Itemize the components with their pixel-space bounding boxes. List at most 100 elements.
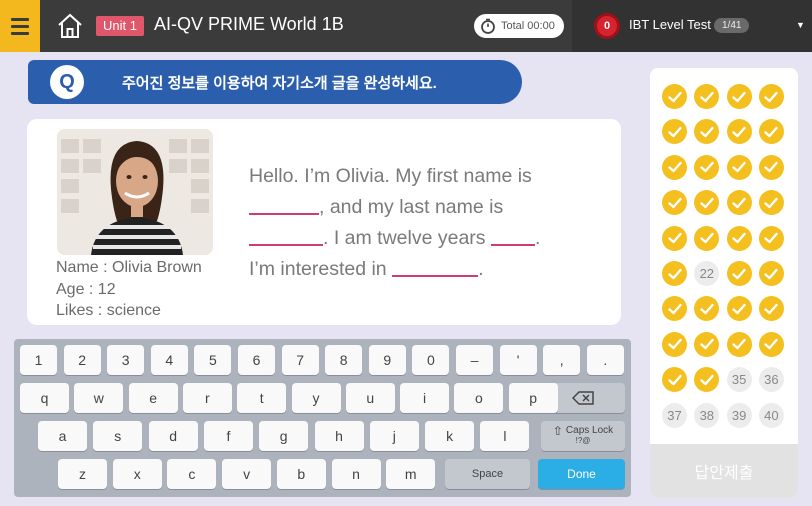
key-h[interactable]: h xyxy=(314,421,364,451)
blank-first-name[interactable] xyxy=(249,193,319,215)
key-c[interactable]: c xyxy=(167,459,217,489)
answered-question-bubble[interactable] xyxy=(758,296,784,322)
answered-question-bubble[interactable] xyxy=(694,190,720,216)
answered-question-bubble[interactable] xyxy=(662,154,687,180)
unanswered-question-bubble[interactable]: 22 xyxy=(694,261,720,286)
answered-question-bubble[interactable] xyxy=(662,225,687,251)
answered-question-bubble[interactable] xyxy=(758,84,784,109)
checkmark-icon xyxy=(700,162,714,173)
unanswered-question-bubble[interactable]: 39 xyxy=(726,402,752,428)
key-z[interactable]: z xyxy=(58,459,107,489)
blank-age-word[interactable] xyxy=(490,224,535,246)
key-8[interactable]: 8 xyxy=(325,345,363,375)
answered-question-bubble[interactable] xyxy=(726,296,752,322)
answered-question-bubble[interactable] xyxy=(662,84,687,109)
key-3[interactable]: 3 xyxy=(107,345,145,375)
test-selector[interactable]: 0 IBT Level Test 1/41 ▼ xyxy=(572,0,812,52)
key-p[interactable]: p xyxy=(508,383,558,413)
key-i[interactable]: i xyxy=(400,383,450,413)
key-0[interactable]: 0 xyxy=(412,345,450,375)
answered-question-bubble[interactable] xyxy=(726,190,752,216)
answered-question-bubble[interactable] xyxy=(726,84,752,109)
unanswered-question-bubble[interactable]: 40 xyxy=(758,402,784,428)
answered-question-bubble[interactable] xyxy=(662,331,687,357)
key-2[interactable]: 2 xyxy=(63,345,101,375)
key-b[interactable]: b xyxy=(276,459,326,489)
unanswered-question-bubble[interactable]: 36 xyxy=(758,367,784,393)
blank-interest[interactable] xyxy=(392,255,479,277)
key-m[interactable]: m xyxy=(386,459,436,489)
key-o[interactable]: o xyxy=(454,383,504,413)
key-w[interactable]: w xyxy=(74,383,124,413)
caps-lock-key[interactable]: ⇧ Caps Lock !?@ xyxy=(541,421,625,451)
profile-info: Name : Olivia Brown Age : 12 Likes : sci… xyxy=(56,257,202,322)
key-q[interactable]: q xyxy=(20,383,69,413)
answered-question-bubble[interactable] xyxy=(726,261,752,286)
answered-question-bubble[interactable] xyxy=(662,367,687,393)
unit-badge: Unit 1 xyxy=(96,16,144,36)
answered-question-bubble[interactable] xyxy=(694,331,720,357)
answered-question-bubble[interactable] xyxy=(726,225,752,251)
key-symbol[interactable]: . xyxy=(586,345,624,375)
key-e[interactable]: e xyxy=(128,383,178,413)
key-a[interactable]: a xyxy=(38,421,87,451)
answered-question-bubble[interactable] xyxy=(726,119,752,145)
answered-question-bubble[interactable] xyxy=(694,119,720,145)
key-g[interactable]: g xyxy=(259,421,309,451)
key-symbol[interactable]: – xyxy=(456,345,493,375)
answered-question-bubble[interactable] xyxy=(758,331,784,357)
answered-question-bubble[interactable] xyxy=(758,225,784,251)
key-symbol[interactable]: ' xyxy=(499,345,537,375)
answered-question-bubble[interactable] xyxy=(662,261,687,286)
answered-question-bubble[interactable] xyxy=(662,296,687,322)
key-u[interactable]: u xyxy=(345,383,395,413)
submit-answers-button[interactable]: 답안제출 xyxy=(650,444,798,498)
answered-question-bubble[interactable] xyxy=(694,84,720,109)
key-d[interactable]: d xyxy=(148,421,198,451)
key-v[interactable]: v xyxy=(222,459,272,489)
key-6[interactable]: 6 xyxy=(238,345,275,375)
key-k[interactable]: k xyxy=(425,421,475,451)
answered-question-bubble[interactable] xyxy=(694,225,720,251)
answered-question-bubble[interactable] xyxy=(726,154,752,180)
key-4[interactable]: 4 xyxy=(150,345,188,375)
answered-question-bubble[interactable] xyxy=(694,154,720,180)
key-symbol[interactable]: , xyxy=(543,345,581,375)
key-t[interactable]: t xyxy=(237,383,287,413)
menu-button[interactable] xyxy=(0,0,40,52)
key-y[interactable]: y xyxy=(291,383,341,413)
key-l[interactable]: l xyxy=(480,421,530,451)
key-r[interactable]: r xyxy=(182,383,232,413)
key-x[interactable]: x xyxy=(112,459,162,489)
chevron-down-icon[interactable]: ▼ xyxy=(796,20,805,30)
key-1[interactable]: 1 xyxy=(20,345,57,375)
checkmark-icon xyxy=(764,162,779,173)
answered-question-bubble[interactable] xyxy=(758,154,784,180)
profile-likes: Likes : science xyxy=(56,302,161,319)
home-icon[interactable] xyxy=(56,12,84,40)
test-progress: 1/41 xyxy=(714,18,750,33)
key-7[interactable]: 7 xyxy=(281,345,319,375)
unanswered-question-bubble[interactable]: 37 xyxy=(662,402,687,428)
key-n[interactable]: n xyxy=(331,459,381,489)
checkmark-icon xyxy=(732,197,746,208)
key-j[interactable]: j xyxy=(369,421,419,451)
unanswered-question-bubble[interactable]: 38 xyxy=(694,402,720,428)
answered-question-bubble[interactable] xyxy=(758,119,784,145)
done-key[interactable]: Done xyxy=(538,459,625,489)
answered-question-bubble[interactable] xyxy=(726,331,752,357)
key-f[interactable]: f xyxy=(203,421,253,451)
answered-question-bubble[interactable] xyxy=(758,261,784,286)
key-5[interactable]: 5 xyxy=(194,345,232,375)
answered-question-bubble[interactable] xyxy=(662,190,687,216)
key-9[interactable]: 9 xyxy=(368,345,406,375)
unanswered-question-bubble[interactable]: 35 xyxy=(726,367,752,393)
answered-question-bubble[interactable] xyxy=(694,367,720,393)
answered-question-bubble[interactable] xyxy=(662,119,687,145)
blank-last-name[interactable] xyxy=(249,224,323,246)
key-s[interactable]: s xyxy=(93,421,143,451)
answered-question-bubble[interactable] xyxy=(758,190,784,216)
space-key[interactable]: Space xyxy=(445,459,530,489)
passage-line-4a: I’m interested in xyxy=(249,258,387,280)
answered-question-bubble[interactable] xyxy=(694,296,720,322)
